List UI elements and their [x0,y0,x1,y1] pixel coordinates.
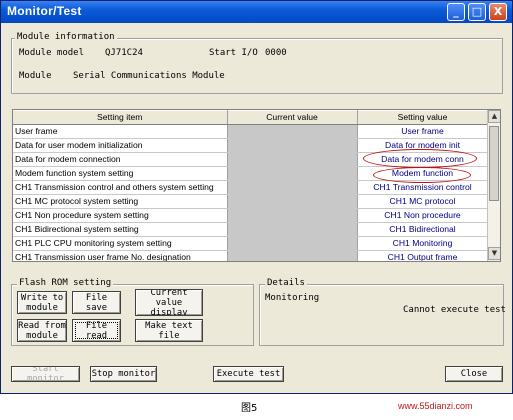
make-text-file-button[interactable]: Make text file [135,319,203,342]
setting-item-cell: Data for user modem initialization [13,138,228,153]
window-title: Monitor/Test [7,4,82,18]
table-header-row: Setting item Current value Setting value [13,110,489,125]
setting-value-cell[interactable]: Data for modem init [357,138,489,153]
file-read-button[interactable]: File read [72,319,121,342]
module-label: Module [19,71,52,81]
table-row[interactable]: Modem function system setting Modem funct… [13,166,489,181]
setting-item-cell: Data for modem connection [13,152,228,167]
column-header-setting-item: Setting item [13,110,228,125]
write-to-module-button[interactable]: Write to module [17,291,67,314]
setting-item-cell: CH1 Transmission control and others syst… [13,180,228,195]
minimize-icon[interactable]: _ [447,3,465,21]
settings-table[interactable]: Setting item Current value Setting value… [12,109,501,262]
details-legend: Details [265,278,307,288]
setting-value-button[interactable]: User frame [358,125,488,138]
scroll-down-icon[interactable]: ▼ [488,247,500,260]
setting-value-cell[interactable]: Modem function [357,166,489,181]
setting-value-button[interactable]: CH1 MC protocol [358,195,488,208]
current-value-cell [227,236,358,251]
table-row[interactable]: Data for modem connection Data for modem … [13,152,489,167]
current-value-cell [227,194,358,209]
setting-item-cell: CH1 Transmission user frame No. designat… [13,250,228,261]
setting-value-button[interactable]: Data for modem init [358,139,488,152]
setting-item-cell: User frame [13,124,228,139]
figure-label: 图5 [241,403,258,414]
setting-value-cell[interactable]: CH1 Bidirectional [357,222,489,237]
execute-test-button[interactable]: Execute test [213,366,284,382]
column-header-current-value: Current value [227,110,358,125]
setting-value-cell[interactable]: CH1 Non procedure [357,208,489,223]
table-row[interactable]: CH1 PLC CPU monitoring system setting CH1… [13,236,489,251]
close-icon[interactable]: X [489,3,507,21]
close-button[interactable]: Close [445,366,503,382]
read-from-module-button[interactable]: Read from module [17,319,67,342]
table-row[interactable]: CH1 Non procedure system setting CH1 Non … [13,208,489,223]
table-scrollbar[interactable]: ▲ ▼ [487,110,500,261]
setting-value-button[interactable]: CH1 Output frame [358,251,488,261]
current-value-cell [227,166,358,181]
current-value-cell [227,250,358,261]
current-value-display-button[interactable]: Current value display [135,289,203,316]
module-model-value: QJ71C24 [105,48,143,58]
setting-value-button[interactable]: CH1 Non procedure [358,209,488,222]
setting-value-button[interactable]: Data for modem conn [358,153,488,166]
table-row[interactable]: CH1 Transmission control and others syst… [13,180,489,195]
details-message: Cannot execute test [403,305,506,315]
figure-caption-area: 图5 www.55dianzi.com [0,396,513,420]
start-monitor-button[interactable]: Start monitor [11,366,80,382]
module-value: Serial Communications Module [73,71,225,81]
setting-item-cell: CH1 Non procedure system setting [13,208,228,223]
setting-value-button[interactable]: CH1 Transmission control [358,181,488,194]
setting-value-cell[interactable]: CH1 Transmission control [357,180,489,195]
current-value-cell [227,124,358,139]
current-value-cell [227,138,358,153]
setting-value-button[interactable]: Modem function [358,167,488,180]
setting-value-cell[interactable]: CH1 MC protocol [357,194,489,209]
maximize-icon[interactable]: □ [468,3,486,21]
current-value-cell [227,208,358,223]
setting-item-cell: CH1 Bidirectional system setting [13,222,228,237]
flash-rom-legend: Flash ROM setting [17,278,114,288]
module-information-group [11,38,503,94]
table-row[interactable]: User frame User frame [13,124,489,139]
watermark: www.55dianzi.com [398,401,473,411]
file-save-button[interactable]: File save [72,291,121,314]
table-row[interactable]: Data for user modem initialization Data f… [13,138,489,153]
stop-monitor-button[interactable]: Stop monitor [90,366,157,382]
start-io-label: Start I/O [209,48,258,58]
module-model-label: Module model [19,48,85,58]
setting-item-cell: CH1 MC protocol system setting [13,194,228,209]
scroll-up-icon[interactable]: ▲ [488,110,500,123]
setting-item-cell: CH1 PLC CPU monitoring system setting [13,236,228,251]
setting-value-cell[interactable]: Data for modem conn [357,152,489,167]
scroll-thumb[interactable] [489,126,499,201]
current-value-cell [227,180,358,195]
setting-value-cell[interactable]: CH1 Monitoring [357,236,489,251]
setting-value-button[interactable]: CH1 Bidirectional [358,223,488,236]
column-header-setting-value: Setting value [357,110,489,125]
setting-item-cell: Modem function system setting [13,166,228,181]
table-row[interactable]: CH1 MC protocol system setting CH1 MC pro… [13,194,489,209]
setting-value-cell[interactable]: CH1 Output frame [357,250,489,261]
setting-value-button[interactable]: CH1 Monitoring [358,237,488,250]
current-value-cell [227,222,358,237]
table-row[interactable]: CH1 Transmission user frame No. designat… [13,250,489,261]
monitor-test-window: Monitor/Test _ □ X Module information Mo… [0,0,513,394]
table-row[interactable]: CH1 Bidirectional system setting CH1 Bidi… [13,222,489,237]
current-value-cell [227,152,358,167]
module-information-legend: Module information [15,32,117,42]
title-bar[interactable]: Monitor/Test _ □ X [1,1,512,23]
setting-value-cell[interactable]: User frame [357,124,489,139]
start-io-value: 0000 [265,48,287,58]
details-status-label: Monitoring [265,293,320,303]
